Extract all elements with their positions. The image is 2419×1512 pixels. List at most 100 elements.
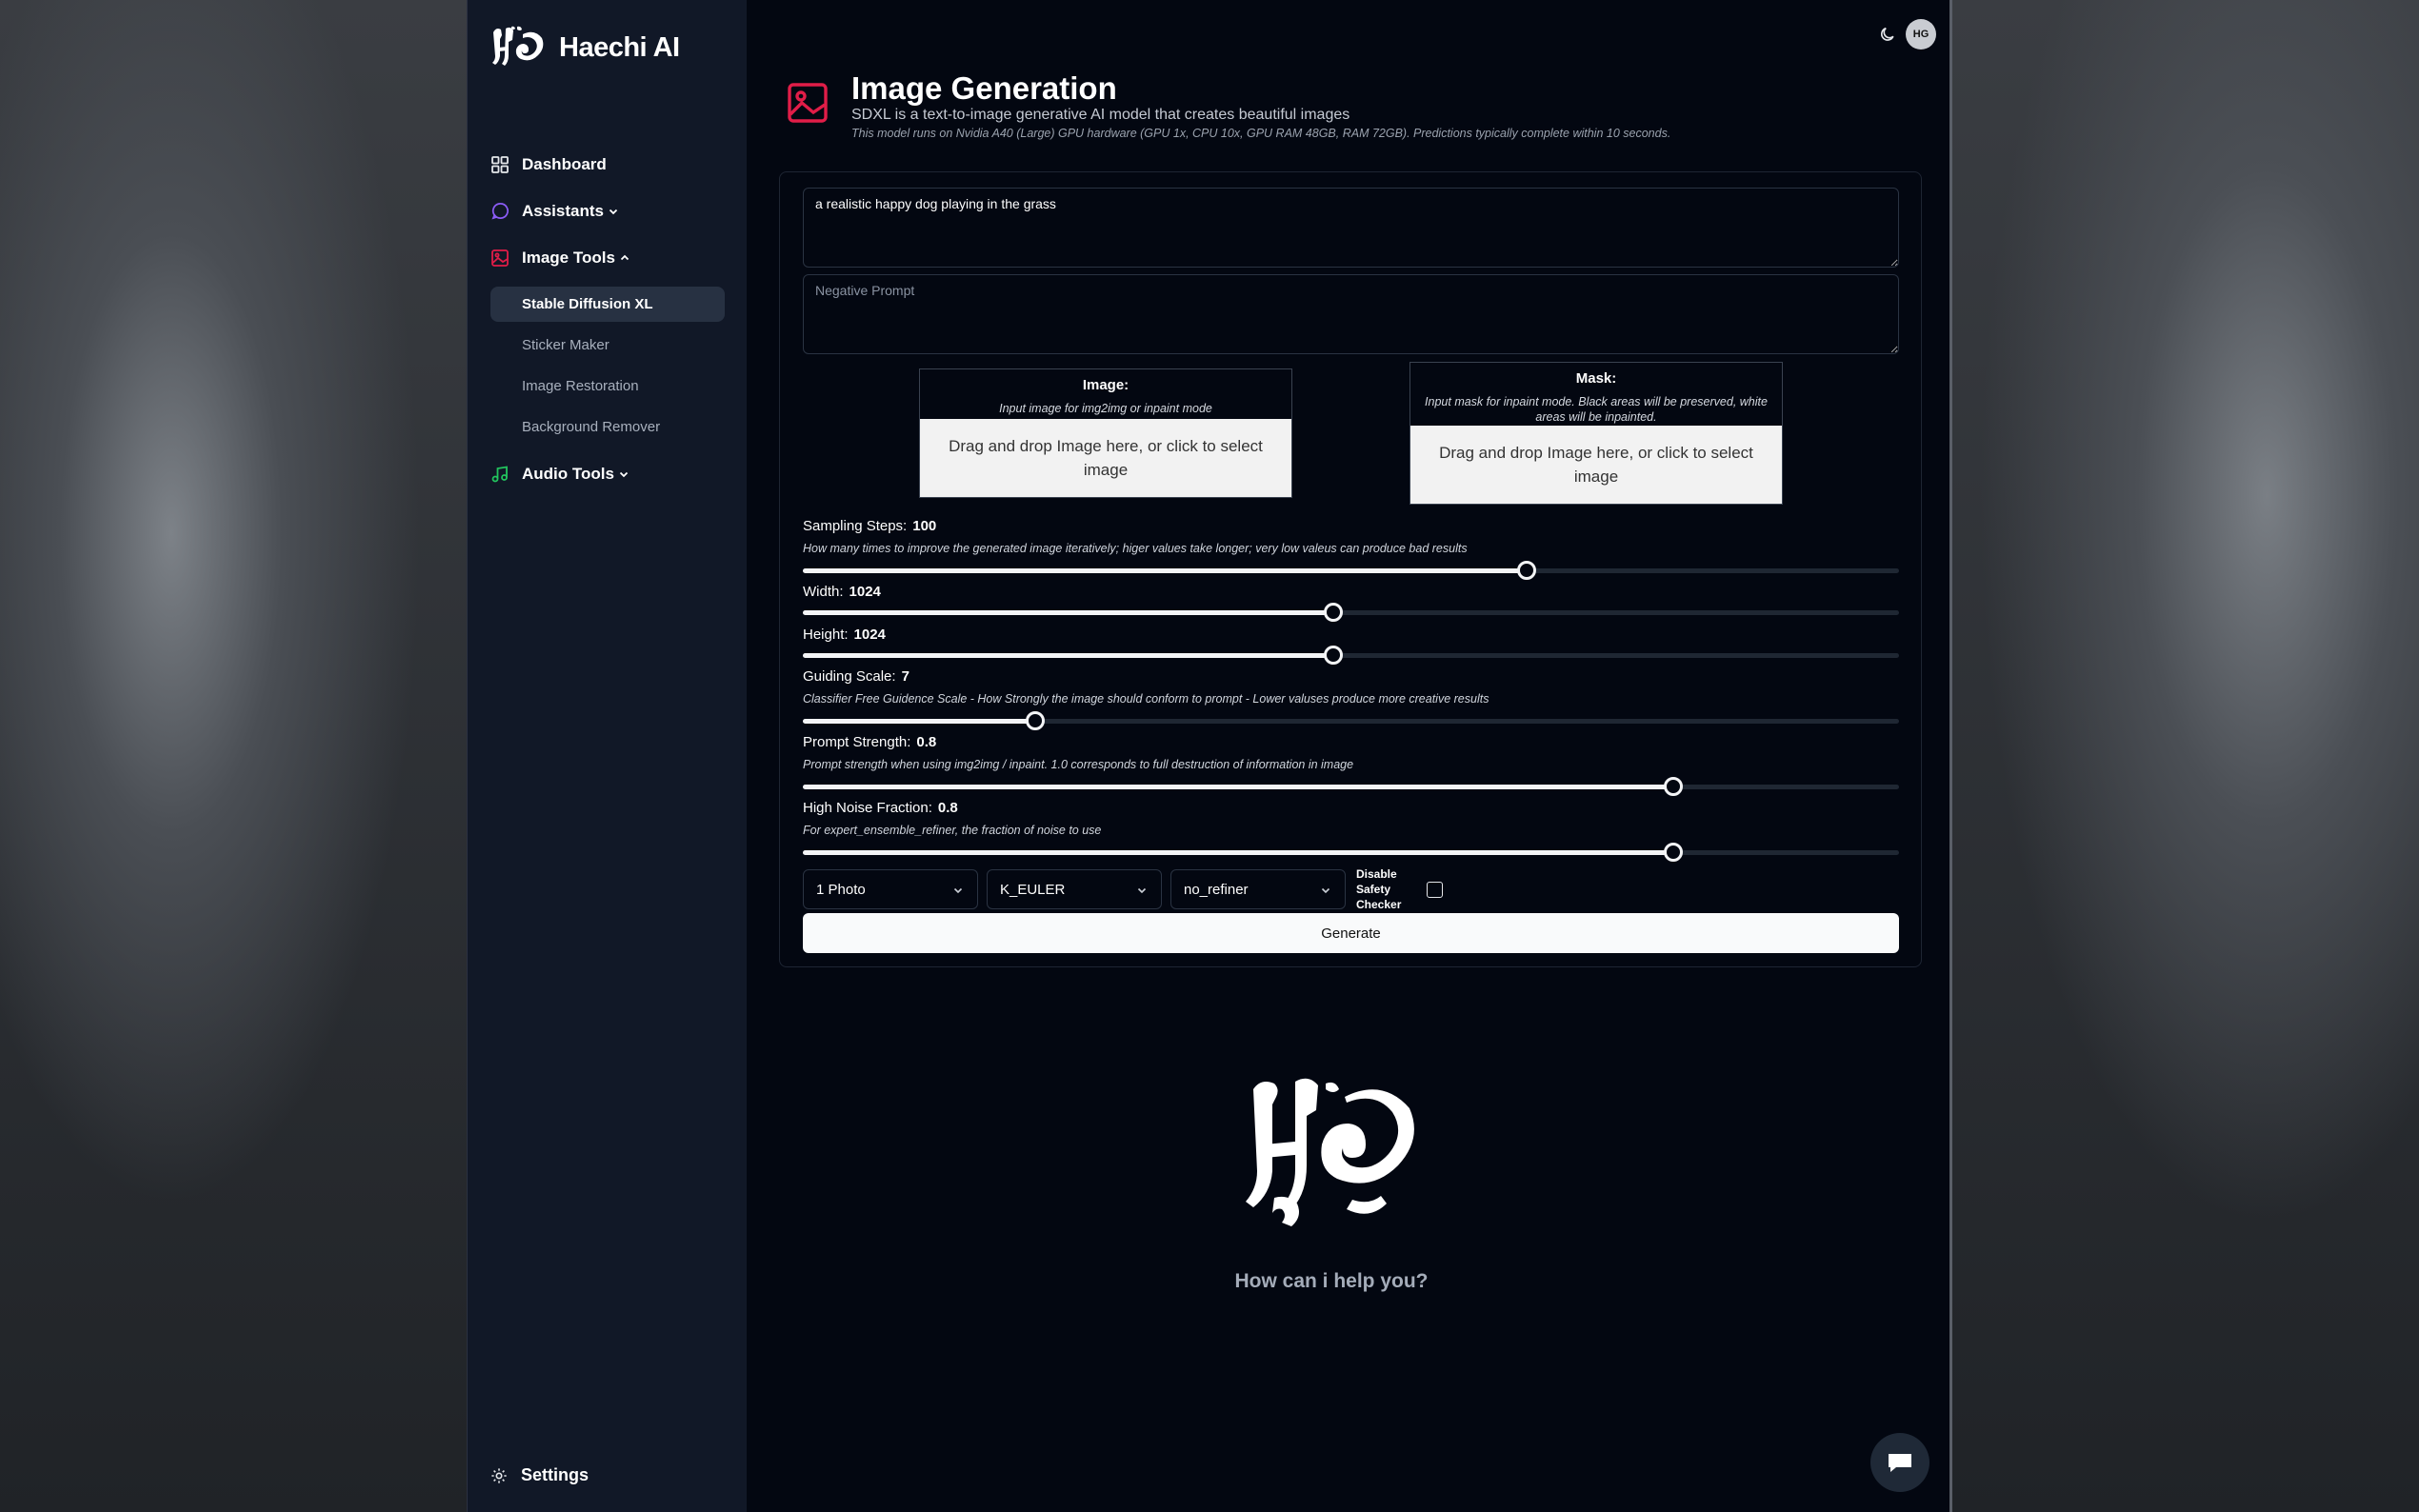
scheduler-value: K_EULER — [1000, 881, 1066, 898]
prompt-strength-hint: Prompt strength when using img2img / inp… — [803, 758, 1354, 771]
sidebar-item-assistants[interactable]: Assistants — [490, 188, 725, 234]
sidebar-item-label: Audio Tools — [522, 464, 614, 483]
num-outputs-value: 1 Photo — [816, 881, 866, 898]
chevron-down-icon — [953, 887, 963, 894]
chevron-down-icon — [1321, 887, 1330, 894]
haechi-logo-icon — [492, 26, 544, 66]
sidebar-item-label: Dashboard — [522, 154, 607, 173]
slider-fill — [803, 785, 1673, 789]
sidebar-item-label: Assistants — [522, 201, 604, 220]
prompt-strength-slider[interactable] — [803, 777, 1899, 796]
moon-icon — [1880, 27, 1894, 41]
slider-fill — [803, 653, 1334, 658]
guiding-scale-param: Guiding Scale: 7 Classifier Free Guidence… — [803, 668, 1899, 706]
chevron-down-icon — [609, 209, 618, 214]
width-value: 1024 — [849, 584, 881, 600]
theme-toggle-button[interactable] — [1872, 19, 1903, 50]
height-param: Height: 1024 — [803, 627, 1899, 643]
app-window: Haechi AI Dashboard Assistants Image Too… — [467, 0, 1952, 1512]
slider-fill — [803, 610, 1334, 615]
chevron-down-icon — [1137, 887, 1147, 894]
slider-fill — [803, 568, 1527, 573]
sidebar-item-dashboard[interactable]: Dashboard — [490, 141, 725, 188]
sampling-steps-hint: How many times to improve the generated … — [803, 542, 1468, 555]
haechi-mascot-logo — [1246, 1078, 1414, 1226]
hardware-note: This model runs on Nvidia A40 (Large) GP… — [851, 127, 1671, 140]
mask-upload-title: Mask: — [1575, 370, 1617, 387]
disable-safety-checker-checkbox[interactable] — [1427, 881, 1443, 898]
height-value: 1024 — [853, 627, 886, 643]
guiding-scale-hint: Classifier Free Guidence Scale - How Str… — [803, 692, 1489, 706]
generate-button[interactable]: Generate — [803, 913, 1899, 953]
slider-thumb[interactable] — [1516, 561, 1536, 580]
negative-prompt-input[interactable] — [803, 274, 1899, 354]
sidebar-item-image-tools[interactable]: Image Tools — [490, 234, 725, 281]
image-upload-hint: Input image for img2img or inpaint mode — [999, 402, 1212, 415]
brand[interactable]: Haechi AI — [490, 25, 680, 70]
options-row: 1 Photo K_EULER no_refiner Disable Safet… — [803, 866, 1443, 912]
grid-icon — [490, 155, 510, 174]
generation-form: Image: Input image for img2img or inpain… — [779, 171, 1922, 967]
sidebar: Haechi AI Dashboard Assistants Image Too… — [468, 0, 747, 1512]
guiding-scale-slider[interactable] — [803, 711, 1899, 730]
scheduler-select[interactable]: K_EULER — [987, 869, 1162, 909]
guiding-scale-value: 7 — [901, 668, 910, 685]
high-noise-fraction-label: High Noise Fraction: — [803, 800, 932, 816]
prompt-strength-value: 0.8 — [916, 734, 937, 750]
prompt-strength-label: Prompt Strength: — [803, 734, 911, 750]
guiding-scale-label: Guiding Scale: — [803, 668, 896, 685]
slider-fill — [803, 719, 1035, 724]
refiner-value: no_refiner — [1184, 881, 1249, 898]
sampling-steps-value: 100 — [912, 518, 937, 534]
image-upload: Image: Input image for img2img or inpain… — [919, 368, 1292, 498]
chat-bubble-icon — [490, 202, 510, 221]
sidebar-item-label: Image Tools — [522, 248, 615, 267]
sidebar-subitem-sticker-maker[interactable]: Sticker Maker — [490, 328, 725, 363]
sampling-steps-param: Sampling Steps: 100 How many times to imp… — [803, 518, 1899, 555]
sampling-steps-label: Sampling Steps: — [803, 518, 908, 534]
sidebar-subitem-image-restoration[interactable]: Image Restoration — [490, 368, 725, 404]
settings-button[interactable]: Settings — [490, 1465, 589, 1485]
chat-launcher-button[interactable] — [1870, 1433, 1929, 1492]
sidebar-subitem-stable-diffusion-xl[interactable]: Stable Diffusion XL — [490, 287, 725, 322]
prompt-input[interactable] — [803, 188, 1899, 268]
high-noise-fraction-value: 0.8 — [937, 800, 958, 816]
height-slider[interactable] — [803, 646, 1899, 665]
sidebar-item-audio-tools[interactable]: Audio Tools — [490, 450, 725, 497]
image-dropzone[interactable]: Drag and drop Image here, or click to se… — [920, 419, 1291, 497]
slider-thumb[interactable] — [1026, 711, 1045, 730]
brand-name: Haechi AI — [559, 31, 680, 63]
slider-thumb[interactable] — [1663, 843, 1683, 862]
page-title: Image Generation — [851, 70, 1117, 106]
slider-thumb[interactable] — [1324, 646, 1344, 665]
slider-thumb[interactable] — [1663, 777, 1683, 796]
high-noise-fraction-hint: For expert_ensemble_refiner, the fractio… — [803, 824, 1102, 837]
avatar[interactable]: HG — [1906, 19, 1936, 50]
image-upload-title: Image: — [1082, 377, 1130, 393]
sampling-steps-slider[interactable] — [803, 561, 1899, 580]
gear-icon — [491, 1467, 507, 1483]
welcome-text: How can i help you? — [1234, 1270, 1429, 1292]
height-label: Height: — [803, 627, 849, 643]
image-tools-submenu: Stable Diffusion XL Sticker Maker Image … — [490, 287, 725, 445]
sidebar-subitem-background-remover[interactable]: Background Remover — [490, 409, 725, 445]
mask-dropzone[interactable]: Drag and drop Image here, or click to se… — [1410, 426, 1782, 504]
chevron-down-icon — [619, 471, 629, 477]
prompt-strength-param: Prompt Strength: 0.8 Prompt strength when… — [803, 734, 1899, 771]
refiner-select[interactable]: no_refiner — [1170, 869, 1346, 909]
image-icon — [490, 249, 510, 268]
width-slider[interactable] — [803, 603, 1899, 622]
settings-label: Settings — [521, 1465, 590, 1484]
high-noise-fraction-param: High Noise Fraction: 0.8 For expert_ensem… — [803, 800, 1899, 837]
num-outputs-select[interactable]: 1 Photo — [803, 869, 978, 909]
mask-upload: Mask: Input mask for inpaint mode. Black… — [1409, 362, 1783, 505]
mask-upload-hint: Input mask for inpaint mode. Black areas… — [1425, 395, 1768, 424]
slider-fill — [803, 850, 1673, 855]
width-label: Width: — [803, 584, 844, 600]
slider-thumb[interactable] — [1324, 603, 1344, 622]
high-noise-fraction-slider[interactable] — [803, 843, 1899, 862]
chevron-up-icon — [620, 254, 630, 260]
image-icon — [788, 83, 828, 123]
disable-safety-checker-label: Disable Safety Checker — [1356, 867, 1402, 911]
width-param: Width: 1024 — [803, 584, 1899, 600]
